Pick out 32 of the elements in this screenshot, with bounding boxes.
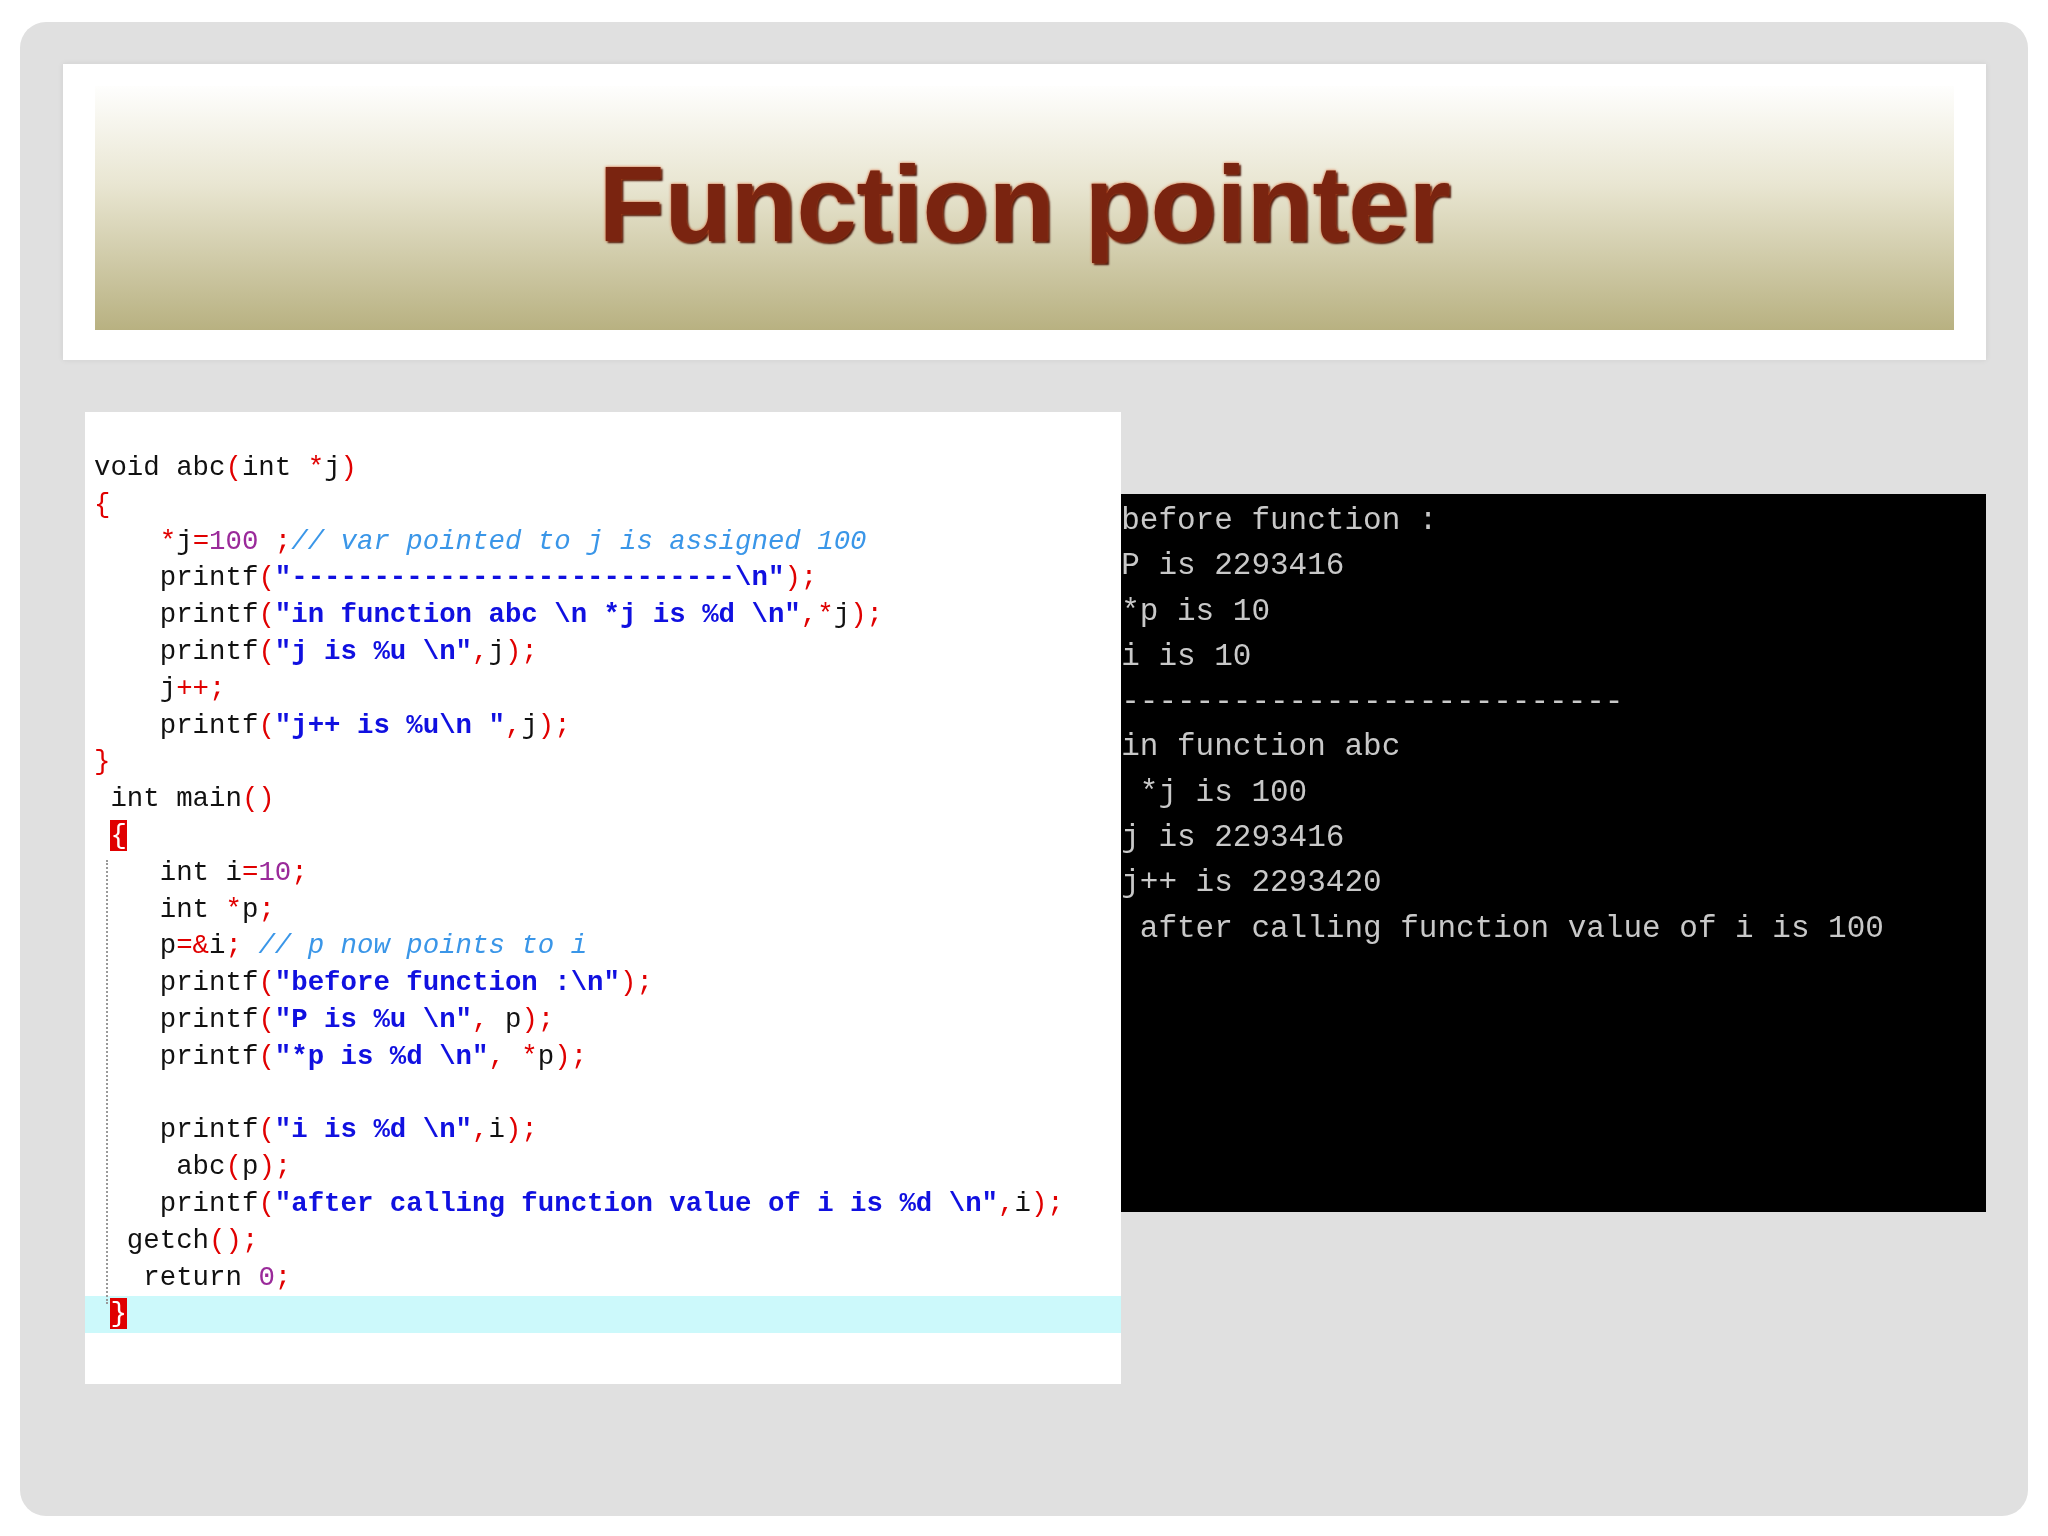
code-line: printf("in function abc \n *j is %d \n",*j); xyxy=(158,598,884,633)
code-line: abc(p); xyxy=(175,1150,293,1185)
code-line: getch(); xyxy=(125,1223,260,1258)
code-line: printf("---------------------------\n"); xyxy=(158,561,819,596)
code-line: printf("i is %d \n",i); xyxy=(158,1113,539,1148)
console-line: after calling function value of i is 100 xyxy=(1138,909,1885,948)
code-line: printf("j++ is %u\n ",j); xyxy=(158,708,572,743)
code-line: printf("after calling function value of i is %d \n",i); xyxy=(158,1186,1065,1221)
code-line: printf("before function :\n"); xyxy=(158,966,654,1001)
slide-title: Function pointer xyxy=(598,150,1451,266)
code-line: void abc(int *j) xyxy=(93,451,358,485)
code-line: int main() xyxy=(109,782,276,817)
console-line: P is 2293416 xyxy=(1121,547,1346,586)
console-line: j is 2293416 xyxy=(1121,819,1346,858)
console-line: *p is 10 xyxy=(1121,592,1271,631)
console-line: *j is 100 xyxy=(1138,773,1309,812)
code-line: { xyxy=(93,487,112,522)
code-line: int i=10; xyxy=(158,855,309,890)
console-line: i is 10 xyxy=(1121,637,1253,676)
code-line: printf("P is %u \n", p); xyxy=(158,1002,556,1037)
code-line: p=&i; // p now points to i xyxy=(158,929,589,964)
code-line: printf("j is %u \n",j); xyxy=(158,635,539,669)
code-line: j++; xyxy=(158,671,227,706)
console-line: before function : xyxy=(1121,502,1439,540)
code-line: int *p; xyxy=(158,892,276,927)
code-line: printf("*p is %d \n", *p); xyxy=(158,1039,589,1074)
code-line: } xyxy=(93,745,112,780)
console-line: in function abc xyxy=(1121,728,1402,767)
console-line: --------------------------- xyxy=(1121,683,1625,722)
code-line: return 0; xyxy=(142,1260,293,1295)
console-line: j++ is 2293420 xyxy=(1121,864,1383,903)
code-line: *j=100 ;// var pointed to j is assigned 100 xyxy=(158,524,868,559)
